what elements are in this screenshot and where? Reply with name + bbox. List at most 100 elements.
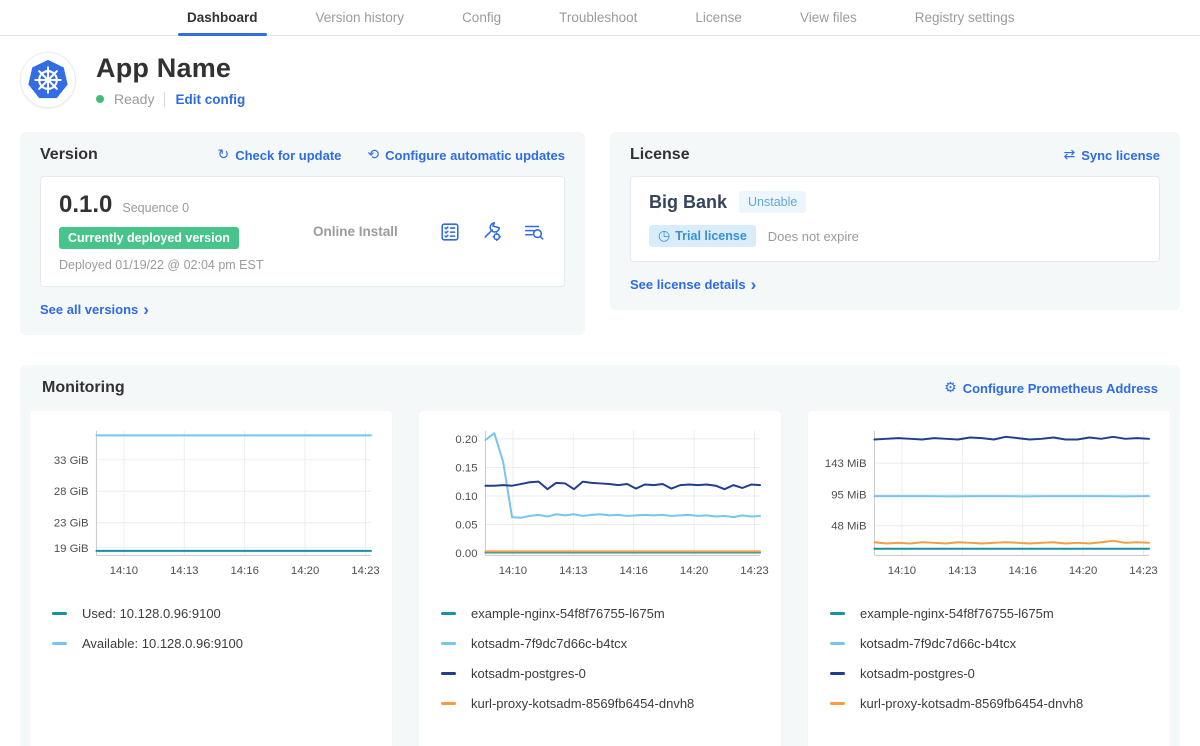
svg-text:14:10: 14:10: [499, 565, 527, 577]
license-card: License ⇄ Sync license Big Bank Unstable…: [610, 132, 1180, 310]
legend-item: kotsadm-postgres-0: [441, 666, 773, 681]
tab-view-files[interactable]: View files: [791, 0, 866, 35]
top-nav: Dashboard Version history Config Troublesho…: [0, 0, 1200, 36]
svg-text:14:23: 14:23: [740, 565, 768, 577]
cpu-usage-plot: 0.200.150.100.050.0014:1014:1314:1614:20…: [427, 423, 773, 583]
svg-text:23 GiB: 23 GiB: [54, 518, 89, 530]
legend-swatch-icon: [441, 612, 456, 615]
version-card-title: Version: [40, 146, 98, 164]
monitoring-card: Monitoring ⚙ Configure Prometheus Addres…: [20, 365, 1180, 746]
svg-text:143 MiB: 143 MiB: [825, 458, 867, 470]
stopwatch-icon: ◷: [658, 229, 670, 243]
svg-text:14:20: 14:20: [291, 565, 319, 577]
svg-text:0.00: 0.00: [455, 548, 477, 560]
legend-swatch-icon: [52, 612, 67, 615]
chart-title: Memory Usage: [816, 726, 1162, 746]
legend-label: Available: 10.128.0.96:9100: [82, 636, 243, 651]
svg-text:28 GiB: 28 GiB: [54, 486, 89, 498]
legend-swatch-icon: [441, 642, 456, 645]
svg-text:14:10: 14:10: [888, 565, 916, 577]
svg-text:33 GiB: 33 GiB: [54, 455, 89, 467]
chart-title: Disk Usage: [38, 726, 384, 746]
svg-text:14:13: 14:13: [948, 565, 976, 577]
legend-label: example-nginx-54f8f76755-l675m: [471, 606, 665, 621]
legend-item: kotsadm-7f9dc7d66c-b4tcx: [830, 636, 1162, 651]
refresh-icon: ↻: [217, 148, 229, 162]
disk-usage-plot: 33 GiB28 GiB23 GiB19 GiB14:1014:1314:161…: [38, 423, 384, 583]
current-version-panel: 0.1.0 Sequence 0 Currently deployed vers…: [40, 176, 565, 287]
memory-usage-plot: 143 MiB95 MiB48 MiB14:1014:1314:1614:201…: [816, 423, 1162, 583]
configure-prometheus-link[interactable]: ⚙ Configure Prometheus Address: [944, 381, 1158, 396]
svg-text:0.05: 0.05: [455, 519, 477, 531]
svg-text:19 GiB: 19 GiB: [54, 543, 89, 555]
legend-item: Used: 10.128.0.96:9100: [52, 606, 384, 621]
tab-version-history[interactable]: Version history: [307, 0, 414, 35]
svg-text:14:23: 14:23: [351, 565, 379, 577]
monitoring-title: Monitoring: [42, 379, 125, 397]
legend-swatch-icon: [52, 642, 67, 645]
legend-item: Available: 10.128.0.96:9100: [52, 636, 384, 651]
gear-icon: ⚙: [944, 381, 957, 395]
install-type: Online Install: [301, 224, 438, 239]
legend-label: kurl-proxy-kotsadm-8569fb6454-dnvh8: [471, 696, 694, 711]
svg-text:14:23: 14:23: [1129, 565, 1157, 577]
app-header: App Name Ready Edit config: [20, 52, 1180, 108]
chevron-right-icon: ›: [751, 276, 757, 293]
page-title: App Name: [96, 53, 245, 84]
preflight-checks-icon[interactable]: [438, 220, 462, 244]
svg-text:14:20: 14:20: [680, 565, 708, 577]
tab-dashboard[interactable]: Dashboard: [178, 0, 267, 35]
svg-text:95 MiB: 95 MiB: [831, 490, 866, 502]
trial-license-badge: ◷ Trial license: [649, 225, 756, 247]
sync-license-link[interactable]: ⇄ Sync license: [1063, 148, 1160, 163]
tab-license[interactable]: License: [686, 0, 751, 35]
disk-usage-legend: Used: 10.128.0.96:9100 Available: 10.128.…: [38, 591, 384, 666]
svg-text:14:20: 14:20: [1069, 565, 1097, 577]
legend-swatch-icon: [441, 672, 456, 675]
svg-text:0.15: 0.15: [455, 462, 477, 474]
channel-badge: Unstable: [739, 191, 806, 213]
legend-label: kotsadm-7f9dc7d66c-b4tcx: [471, 636, 627, 651]
legend-swatch-icon: [830, 672, 845, 675]
cpu-usage-legend: example-nginx-54f8f76755-l675m kotsadm-7f…: [427, 591, 773, 726]
license-panel: Big Bank Unstable ◷ Trial license Does n…: [630, 176, 1160, 262]
legend-label: Used: 10.128.0.96:9100: [82, 606, 221, 621]
legend-item: kotsadm-postgres-0: [830, 666, 1162, 681]
legend-item: kurl-proxy-kotsadm-8569fb6454-dnvh8: [441, 696, 773, 711]
legend-label: kurl-proxy-kotsadm-8569fb6454-dnvh8: [860, 696, 1083, 711]
svg-text:0.20: 0.20: [455, 434, 477, 446]
legend-label: example-nginx-54f8f76755-l675m: [860, 606, 1054, 621]
legend-swatch-icon: [830, 702, 845, 705]
edit-config-link[interactable]: Edit config: [175, 92, 245, 107]
disk-usage-chart-card: 33 GiB28 GiB23 GiB19 GiB14:1014:1314:161…: [30, 411, 392, 746]
see-license-details-link[interactable]: See license details ›: [630, 276, 756, 293]
legend-item: kotsadm-7f9dc7d66c-b4tcx: [441, 636, 773, 651]
svg-text:14:13: 14:13: [170, 565, 198, 577]
svg-text:48 MiB: 48 MiB: [831, 521, 866, 533]
svg-text:14:16: 14:16: [620, 565, 648, 577]
see-all-versions-link[interactable]: See all versions ›: [40, 301, 149, 318]
legend-item: kurl-proxy-kotsadm-8569fb6454-dnvh8: [830, 696, 1162, 711]
charts-row: 33 GiB 28 GiB 23 GiB 19 GiB 14:10 14:13 14:16 1…: [30, 411, 1170, 746]
legend-label: kotsadm-7f9dc7d66c-b4tcx: [860, 636, 1016, 651]
memory-usage-chart-card: 143 MiB95 MiB48 MiB14:1014:1314:1614:201…: [808, 411, 1170, 746]
legend-item: example-nginx-54f8f76755-l675m: [441, 606, 773, 621]
version-card: Version ↻ Check for update ⟲ Configure a…: [20, 132, 585, 335]
memory-usage-legend: example-nginx-54f8f76755-l675m kotsadm-7f…: [816, 591, 1162, 726]
tab-config[interactable]: Config: [453, 0, 510, 35]
legend-label: kotsadm-postgres-0: [860, 666, 975, 681]
tab-registry-settings[interactable]: Registry settings: [906, 0, 1024, 35]
tab-troubleshoot[interactable]: Troubleshoot: [550, 0, 646, 35]
customer-name: Big Bank: [649, 192, 727, 213]
legend-swatch-icon: [830, 642, 845, 645]
legend-label: kotsadm-postgres-0: [471, 666, 586, 681]
deployed-timestamp: Deployed 01/19/22 @ 02:04 pm EST: [59, 258, 301, 272]
svg-text:0.10: 0.10: [455, 491, 477, 503]
configure-automatic-updates-link[interactable]: ⟲ Configure automatic updates: [367, 148, 565, 163]
check-for-update-link[interactable]: ↻ Check for update: [217, 148, 341, 163]
version-sequence: Sequence 0: [122, 201, 189, 215]
sync-arrows-icon: ⇄: [1063, 148, 1075, 162]
edit-config-wrench-icon[interactable]: [480, 220, 504, 244]
svg-text:14:10: 14:10: [110, 565, 138, 577]
view-logs-icon[interactable]: [522, 220, 546, 244]
